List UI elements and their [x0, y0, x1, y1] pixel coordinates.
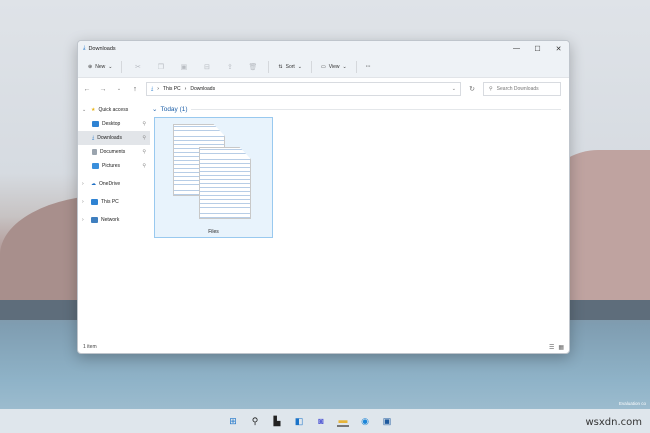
sidebar-label: Pictures [102, 163, 121, 169]
delete-button[interactable]: 🗑 [242, 61, 263, 73]
rename-button[interactable]: ⊟ [196, 61, 217, 73]
item-count: 1 item [83, 344, 97, 350]
search-icon[interactable]: ⚲ [249, 415, 261, 427]
paste-button[interactable]: ▣ [173, 61, 194, 73]
recent-chevron-icon[interactable]: ⌄ [114, 86, 124, 92]
copy-button[interactable]: ❐ [150, 61, 171, 73]
plus-circle-icon: ⊕ [88, 63, 93, 70]
group-label: Today (1) [160, 105, 188, 113]
sidebar-label: Downloads [97, 135, 122, 141]
up-arrow-icon[interactable]: ↑ [130, 86, 140, 93]
chevron-down-icon[interactable]: ⌄ [452, 86, 456, 92]
taskbar: ⊞ ⚲ ▙ ◧ ◙ ▬ ◉ ▣ [0, 409, 650, 433]
desktop-icon [92, 121, 99, 127]
cut-button[interactable]: ✂ [127, 61, 148, 73]
back-arrow-icon[interactable]: ← [82, 86, 92, 93]
download-icon: ⤓ [151, 86, 154, 92]
scissors-icon: ✂ [134, 63, 141, 71]
documents-icon [92, 149, 97, 155]
tiles-view-icon[interactable]: ▦ [558, 344, 564, 351]
command-bar: ⊕ New ⌄ ✂ ❐ ▣ ⊟ ⇪ 🗑 ⇅ Sort ⌄ ▭ View ⌄ ··· [78, 56, 569, 78]
download-icon: ⤓ [83, 45, 86, 51]
address-bar[interactable]: ⤓ › This PC › Downloads ⌄ [146, 82, 461, 96]
more-button[interactable]: ··· [362, 62, 375, 72]
chat-icon[interactable]: ◙ [315, 415, 327, 427]
paste-icon: ▣ [180, 63, 188, 71]
network-icon [91, 217, 98, 223]
evaluation-text: Evaluation co [618, 401, 646, 406]
new-button[interactable]: ⊕ New ⌄ [84, 62, 116, 72]
refresh-icon[interactable]: ↻ [467, 85, 477, 93]
sidebar-label: Network [101, 217, 120, 223]
new-label: New [95, 63, 106, 70]
forward-arrow-icon[interactable]: → [98, 86, 108, 93]
navigation-pane: ⌄ ★ Quick access Desktop ⚲ ⤓ Downloads ⚲ Docu… [78, 103, 150, 341]
breadcrumb-downloads[interactable]: Downloads [190, 86, 215, 92]
widgets-icon[interactable]: ◧ [293, 415, 305, 427]
watermark: wsxdn.com [585, 417, 642, 428]
start-icon[interactable]: ⊞ [227, 415, 239, 427]
sidebar-item-documents[interactable]: Documents ⚲ [78, 145, 150, 159]
sidebar-label: This PC [101, 199, 119, 205]
pictures-icon [92, 163, 99, 169]
cloud-icon: ☁ [91, 181, 96, 187]
file-list: ⌄ Today (1) Files [150, 103, 569, 341]
edge-icon[interactable]: ◉ [359, 415, 371, 427]
window-title: Downloads [88, 45, 116, 52]
status-bar: 1 item ☰ ▦ [78, 341, 569, 353]
address-row: ← → ⌄ ↑ ⤓ › This PC › Downloads ⌄ ↻ ⚲ Sear… [78, 78, 569, 100]
maximize-button[interactable]: ☐ [527, 45, 548, 53]
sort-button[interactable]: ⇅ Sort ⌄ [274, 62, 306, 72]
group-header-today[interactable]: ⌄ Today (1) [152, 105, 561, 114]
computer-icon [91, 199, 98, 205]
title-bar[interactable]: ⤓ Downloads — ☐ ✕ [78, 41, 569, 56]
file-item-files[interactable]: Files [154, 117, 273, 238]
pin-icon: ⚲ [142, 121, 146, 127]
sidebar-label: Documents [100, 149, 126, 155]
file-explorer-window: ⤓ Downloads — ☐ ✕ ⊕ New ⌄ ✂ ❐ ▣ ⊟ ⇪ 🗑 ⇅ Sor… [77, 40, 570, 354]
trash-icon: 🗑 [248, 63, 258, 71]
sidebar-item-this-pc[interactable]: › This PC [78, 195, 150, 209]
pin-icon: ⚲ [142, 149, 146, 155]
sort-label: Sort [285, 63, 295, 70]
minimize-button[interactable]: — [506, 45, 527, 53]
task-view-icon[interactable]: ▙ [271, 415, 283, 427]
pin-icon: ⚲ [142, 135, 146, 141]
sidebar-item-desktop[interactable]: Desktop ⚲ [78, 117, 150, 131]
breadcrumb-this-pc[interactable]: This PC [163, 86, 181, 92]
star-icon: ★ [91, 107, 96, 113]
view-icon: ▭ [321, 63, 326, 70]
sidebar-item-quick-access[interactable]: ⌄ ★ Quick access [78, 103, 150, 117]
rename-icon: ⊟ [203, 63, 210, 71]
search-icon: ⚲ [489, 86, 493, 92]
sidebar-label: OneDrive [99, 181, 121, 187]
download-icon: ⤓ [92, 135, 95, 141]
sidebar-item-downloads[interactable]: ⤓ Downloads ⚲ [78, 131, 150, 145]
document-icon [199, 147, 251, 219]
view-label: View [328, 63, 340, 70]
sidebar-label: Quick access [98, 107, 129, 113]
share-button[interactable]: ⇪ [219, 61, 240, 73]
details-view-icon[interactable]: ☰ [549, 344, 554, 351]
sidebar-item-pictures[interactable]: Pictures ⚲ [78, 159, 150, 173]
close-button[interactable]: ✕ [548, 45, 569, 53]
sort-icon: ⇅ [278, 63, 283, 70]
pin-icon: ⚲ [142, 163, 146, 169]
sidebar-label: Desktop [102, 121, 121, 127]
share-icon: ⇪ [226, 63, 233, 71]
view-button[interactable]: ▭ View ⌄ [317, 62, 351, 72]
sidebar-item-network[interactable]: › Network [78, 213, 150, 227]
file-name: Files [208, 229, 219, 235]
copy-icon: ❐ [157, 63, 165, 71]
file-explorer-icon[interactable]: ▬ [337, 415, 349, 427]
search-input[interactable]: ⚲ Search Downloads [483, 82, 561, 96]
store-icon[interactable]: ▣ [381, 415, 393, 427]
search-placeholder: Search Downloads [496, 86, 539, 92]
sidebar-item-onedrive[interactable]: › ☁ OneDrive [78, 177, 150, 191]
